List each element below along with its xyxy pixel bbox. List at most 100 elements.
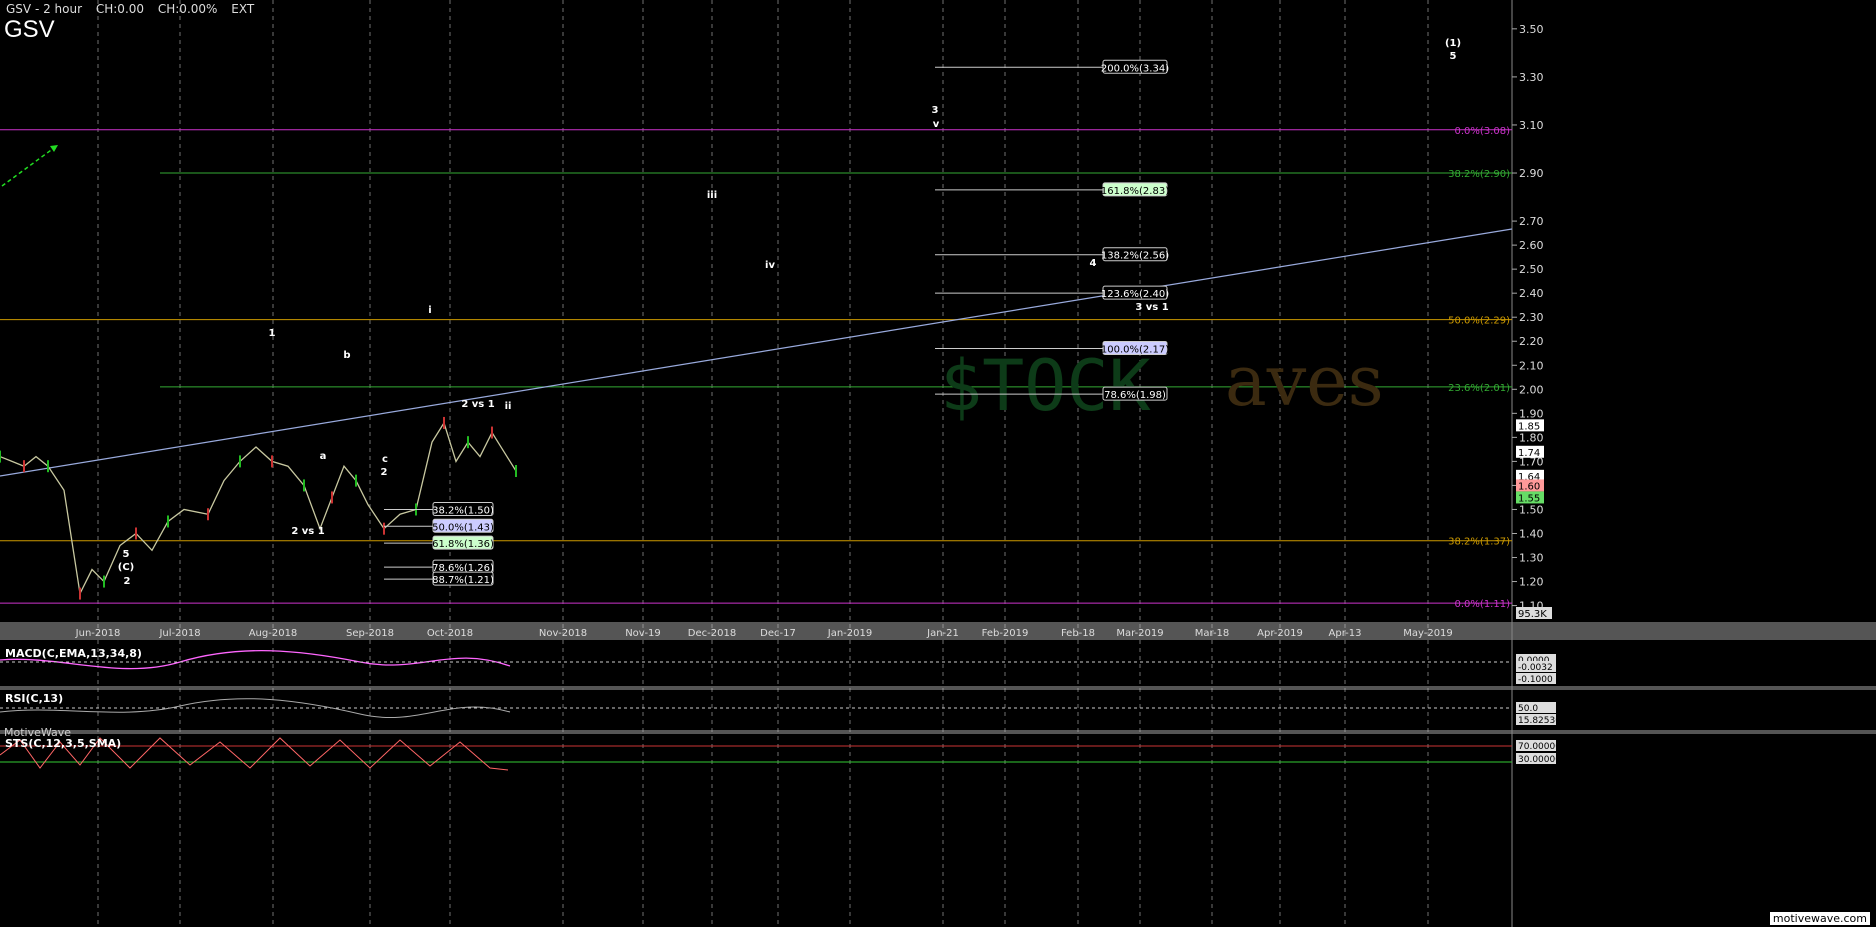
green-arrow-line [1,144,59,187]
wave-label: ii [505,401,512,412]
indicator-tag-label: 30.00000 [1518,755,1561,765]
indicator-tag-label: 15.82530 [1518,716,1561,726]
fib-retrace-label: 61.8%(1.36) [432,539,494,550]
fib-projection-label: 161.8%(2.83) [1101,186,1169,197]
candle [79,587,81,600]
y-tick-label: 1.40 [1519,527,1544,540]
price-tag-label: 1.74 [1518,448,1540,459]
price-chart[interactable]: Jun-2018 Jul-2018 Aug-2018 Sep-2018 Oct-2018… [0,0,1876,927]
chart-title: GSV - 2 hour [6,2,83,16]
wave-label: c [382,454,388,465]
y-tick-label: 2.30 [1519,311,1544,324]
y-tick-label: 1.80 [1519,431,1544,444]
candle [167,515,169,528]
wave-label: (1) [1445,38,1461,49]
wave-label: (C) [118,562,134,573]
wave-label: 2 vs 1 [461,399,494,410]
stockwaves-watermark: $TOCK [940,345,1151,427]
x-tick-label: Jun-2018 [75,628,121,639]
candle [23,460,25,473]
fib-horizontal-label: 0.0%(1.11) [1455,599,1511,610]
green-arrow-head [50,145,58,152]
fib-projection-label: 100.0%(2.17) [1101,344,1169,355]
y-tick-label: 2.20 [1519,335,1544,348]
stockwaves-watermark-2: aves [1225,340,1384,422]
candle [0,450,1,463]
candle [207,508,209,521]
x-tick-label: Mar-18 [1195,628,1230,639]
indicator-tag-label: -0.1000 [1518,675,1553,685]
wave-label: 4 [1090,258,1097,269]
x-tick-label: Nov-2018 [539,628,587,639]
candle [135,527,137,540]
wave-label: v [933,119,940,130]
fib-horizontal-label: 38.2%(1.37) [1448,537,1510,548]
indicator-tag-label: 70.00000 [1518,742,1561,752]
symbol-label: GSV [4,16,55,43]
chart-header: GSV - 2 hour CH:0.00 CH:0.00% EXT [6,2,264,16]
x-tick-label: Nov-19 [625,628,661,639]
candle [491,426,493,439]
candle [47,460,49,473]
fib-horizontal-label: 50.0%(2.29) [1448,316,1510,327]
volume-tag-label: 95.3K [1518,609,1547,620]
wave-label: 3 [932,105,939,116]
panel-separator [0,730,1876,734]
x-tick-label: Jan-21 [926,628,959,639]
price-tag-label: 1.85 [1518,421,1540,432]
wave-label: 5 [123,549,130,560]
x-tick-label: Jan-2019 [827,628,872,639]
y-tick-label: 1.20 [1519,576,1544,589]
x-tick-label: Dec-17 [760,628,796,639]
sts-title: STS(C,12,3,5,SMA) [5,737,122,750]
fib-retrace-label: 38.2%(1.50) [432,505,494,516]
change-percent: CH:0.00% [157,2,218,16]
y-tick-label: 3.30 [1519,71,1544,84]
fib-horizontal-label: 38.2%(2.90) [1448,169,1510,180]
fib-retrace-label: 88.7%(1.21) [432,575,494,586]
candle [239,455,241,468]
y-tick-label: 3.50 [1519,23,1544,36]
fib-projection-label: 138.2%(2.56) [1101,251,1169,262]
candle [103,575,105,588]
rsi-title: RSI(C,13) [5,692,64,705]
y-tick-label: 1.30 [1519,552,1544,565]
candle [355,474,357,487]
wave-label: 1 [269,328,276,339]
x-tick-label: Jul-2018 [158,628,200,639]
candle [443,416,445,429]
wave-label: b [343,350,350,361]
price-tag-label: 1.55 [1518,493,1540,504]
candle [271,455,273,468]
ext-label: EXT [231,2,255,16]
y-tick-label: 2.10 [1519,359,1544,372]
fib-projection-label: 123.6%(2.40) [1101,289,1169,300]
wave-label: 5 [1450,51,1457,62]
y-tick-label: 2.60 [1519,239,1544,252]
y-tick-label: 2.90 [1519,167,1544,180]
y-tick-label: 2.40 [1519,287,1544,300]
wave-label: iv [765,260,775,271]
y-tick-label: 1.50 [1519,503,1544,516]
wave-label: 2 [381,467,388,478]
x-tick-label: Sep-2018 [346,628,394,639]
x-tick-label: Oct-2018 [427,628,473,639]
wave-label: i [428,305,431,316]
x-tick-label: Apr-13 [1329,628,1362,639]
y-tick-label: 2.50 [1519,263,1544,276]
wave-label: a [320,451,327,462]
wave-label: 2 [124,576,131,587]
indicator-tag-label: 50.0 [1518,704,1538,714]
motivewave-url: motivewave.com [1769,912,1870,925]
fib-projection-label: 200.0%(3.34) [1101,63,1169,74]
x-tick-label: Mar-2019 [1116,628,1163,639]
fib-horizontal-label: 23.6%(2.01) [1448,383,1510,394]
change-value: CH:0.00 [95,2,145,16]
x-tick-label: Feb-2019 [982,628,1029,639]
y-tick-label: 2.00 [1519,383,1544,396]
x-tick-label: Aug-2018 [249,628,298,639]
indicator-tag-label: -0.0032 [1518,663,1553,673]
fib-retrace-label: 50.0%(1.43) [432,522,494,533]
wave-label: 2 vs 1 [291,526,324,537]
x-tick-label: May-2019 [1403,628,1453,639]
